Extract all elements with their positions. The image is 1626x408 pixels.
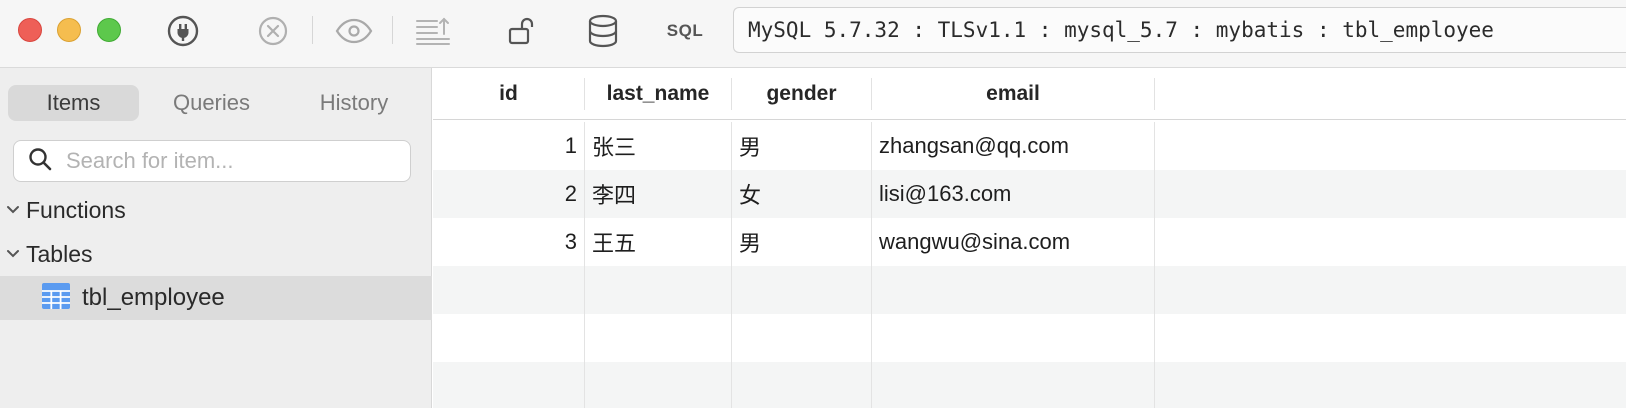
- cell-email[interactable]: zhangsan@qq.com: [872, 122, 1155, 170]
- empty-row: [433, 314, 1626, 362]
- empty-row: [433, 362, 1626, 408]
- chevron-down-icon[interactable]: [0, 249, 26, 259]
- column-header-label: gender: [766, 82, 837, 105]
- table-icon: [42, 282, 70, 314]
- chevron-down-icon[interactable]: [0, 205, 26, 215]
- toolbar-divider: [392, 16, 393, 44]
- cell-email[interactable]: lisi@163.com: [872, 170, 1155, 218]
- column-header-label: id: [499, 82, 518, 105]
- window-maximize-button[interactable]: [97, 18, 121, 42]
- empty-cell: [433, 266, 585, 314]
- connection-info-text: MySQL 5.7.32 : TLSv1.1 : mysql_5.7 : myb…: [748, 18, 1494, 42]
- empty-row: [433, 266, 1626, 314]
- cell-id[interactable]: 3: [433, 218, 585, 266]
- cell-email[interactable]: wangwu@sina.com: [872, 218, 1155, 266]
- empty-cell: [433, 362, 585, 408]
- empty-cell: [585, 266, 732, 314]
- tree-group-functions[interactable]: Functions: [0, 190, 432, 230]
- empty-cell: [872, 314, 1155, 362]
- tab-queries-label: Queries: [172, 90, 251, 115]
- cell-gender[interactable]: 男: [732, 218, 872, 266]
- column-header-id[interactable]: id: [433, 78, 585, 110]
- tab-history-label: History: [319, 90, 389, 115]
- column-header-label: last_name: [606, 82, 710, 105]
- tree-group-tables[interactable]: Tables: [0, 234, 432, 274]
- column-header-gender[interactable]: gender: [732, 78, 872, 110]
- sql-label: SQL: [666, 21, 704, 40]
- column-header-email[interactable]: email: [872, 78, 1155, 110]
- cell-id[interactable]: 2: [433, 170, 585, 218]
- sidebar-item-label: tbl_employee: [82, 284, 225, 311]
- tab-queries[interactable]: Queries: [139, 85, 284, 121]
- sql-query-button[interactable]: SQL: [662, 14, 708, 48]
- tab-history[interactable]: History: [284, 85, 424, 121]
- cancel-query-icon[interactable]: [256, 14, 290, 48]
- sidebar-item-tbl-employee[interactable]: tbl_employee: [0, 276, 432, 320]
- toolbar: SQL MySQL 5.7.32 : TLSv1.1 : mysql_5.7 :…: [0, 0, 1626, 68]
- search-input[interactable]: [66, 148, 386, 174]
- cell-id[interactable]: 1: [433, 122, 585, 170]
- sidebar-tabs: Items Queries History: [8, 85, 424, 121]
- results-grid: id last_name gender email 1 张三 男 zhangsa…: [433, 68, 1626, 408]
- search-icon: [28, 147, 52, 176]
- cell-last-name[interactable]: 张三: [585, 122, 732, 170]
- tree-group-label: Functions: [26, 196, 126, 223]
- table-row[interactable]: 2 李四 女 lisi@163.com: [433, 170, 1626, 218]
- empty-cell: [872, 362, 1155, 408]
- empty-cell: [433, 314, 585, 362]
- cell-last-name[interactable]: 李四: [585, 170, 732, 218]
- column-header-label: email: [986, 82, 1040, 105]
- connection-plug-icon[interactable]: [166, 14, 200, 48]
- empty-cell: [872, 266, 1155, 314]
- empty-cell: [732, 362, 872, 408]
- toolbar-divider: [312, 16, 313, 44]
- cell-gender[interactable]: 女: [732, 170, 872, 218]
- tab-items-label: Items: [46, 90, 101, 115]
- empty-cell: [732, 266, 872, 314]
- empty-cell: [585, 314, 732, 362]
- cell-last-name[interactable]: 王五: [585, 218, 732, 266]
- column-header-last-name[interactable]: last_name: [585, 78, 732, 110]
- empty-cell: [732, 314, 872, 362]
- table-row[interactable]: 3 王五 男 wangwu@sina.com: [433, 218, 1626, 266]
- window-minimize-button[interactable]: [57, 18, 81, 42]
- unlock-icon[interactable]: [506, 14, 536, 48]
- tab-items[interactable]: Items: [8, 85, 139, 121]
- empty-cell: [585, 362, 732, 408]
- preview-eye-icon[interactable]: [334, 14, 374, 48]
- table-row[interactable]: 1 张三 男 zhangsan@qq.com: [433, 122, 1626, 170]
- filter-list-icon[interactable]: [414, 14, 452, 48]
- database-icon[interactable]: [586, 14, 620, 48]
- search-box: [13, 140, 411, 182]
- connection-info-bar: MySQL 5.7.32 : TLSv1.1 : mysql_5.7 : myb…: [733, 7, 1626, 53]
- grid-header: id last_name gender email: [433, 68, 1626, 120]
- tree-group-label: Tables: [26, 240, 93, 267]
- cell-gender[interactable]: 男: [732, 122, 872, 170]
- sidebar: Items Queries History Functions Tables t…: [0, 68, 432, 408]
- window-close-button[interactable]: [18, 18, 42, 42]
